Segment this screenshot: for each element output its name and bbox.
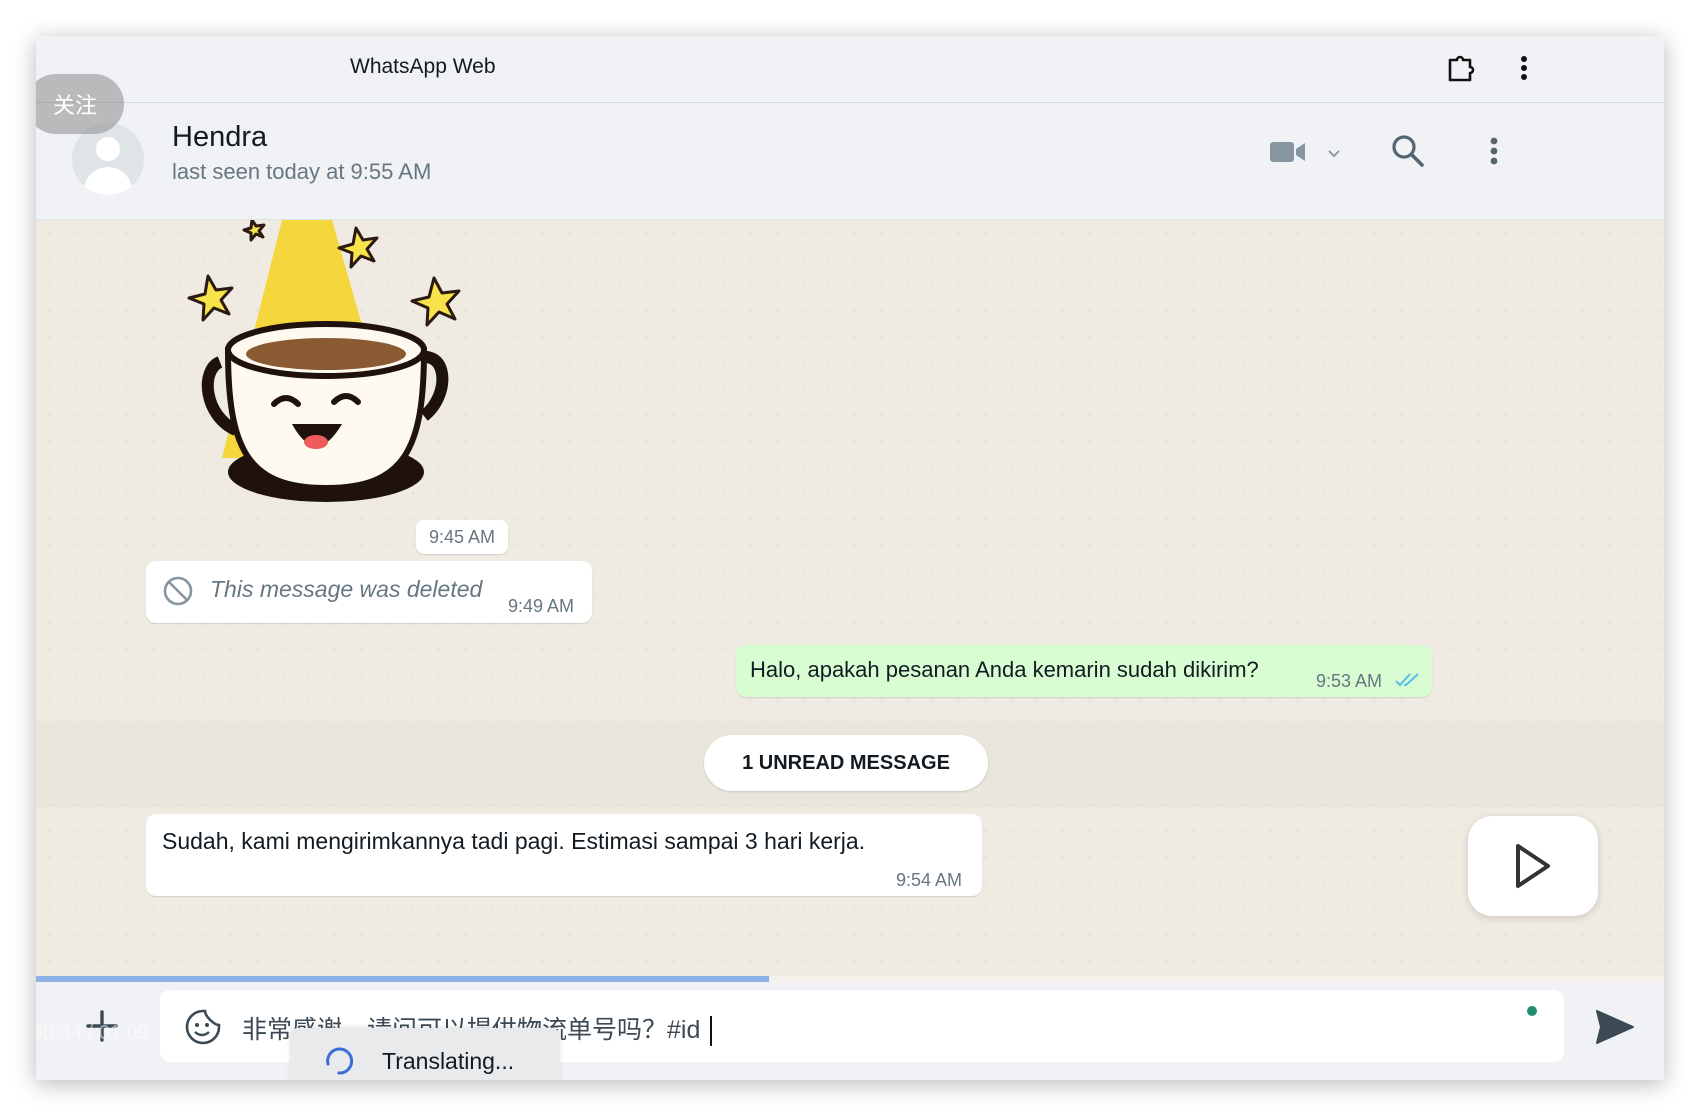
contact-name[interactable]: Hendra <box>172 121 267 154</box>
sticker-timestamp: 9:45 AM <box>416 520 508 554</box>
text-caret <box>710 1016 713 1047</box>
follow-label: 关注 <box>52 93 97 118</box>
translating-label: Translating... <box>382 1048 515 1074</box>
prohibited-icon <box>162 575 194 607</box>
contact-status: last seen today at 9:55 AM <box>172 159 432 184</box>
kebab-menu-icon[interactable] <box>1516 52 1532 84</box>
loading-spinner-icon <box>322 1044 356 1078</box>
sticker-icon[interactable] <box>184 1008 222 1046</box>
video-call-icon[interactable] <box>1268 137 1308 167</box>
app-window: WhatsApp Web Hendra last seen today at 9… <box>36 36 1664 1080</box>
extension-icon[interactable] <box>1442 50 1478 86</box>
message-time: 9:54 AM <box>896 870 963 890</box>
coffee-cup-sticker <box>187 218 461 502</box>
chevron-down-icon[interactable] <box>1326 145 1342 161</box>
message-composer: 非常感谢，请问可以提供物流单号吗？#id 00:34 / 01:09 自动 倍速… <box>36 982 1664 1080</box>
unread-count-badge: 1 UNREAD MESSAGE <box>704 735 988 791</box>
message-text: Sudah, kami mengirimkannya tadi pagi. Es… <box>162 828 866 854</box>
message-time: 9:53 AM <box>1316 671 1383 691</box>
play-icon <box>1512 842 1552 890</box>
search-icon[interactable] <box>1388 131 1428 171</box>
player-control-auto[interactable]: 自动 <box>1080 1016 1124 1048</box>
chat-header: Hendra last seen today at 9:55 AM <box>36 103 1664 220</box>
follow-button[interactable]: 关注 <box>36 74 124 134</box>
message-time: 9:45 AM <box>428 526 496 547</box>
unread-divider: 1 UNREAD MESSAGE <box>36 721 1664 807</box>
message-time: 9:49 AM <box>508 596 575 616</box>
deleted-message-text: This message was deleted <box>210 576 483 602</box>
chat-messages[interactable]: 9:45 AM This message was deleted 9:49 AM… <box>36 218 1664 980</box>
player-time: 00:34 / 01:09 <box>36 1022 149 1044</box>
player-dot <box>1527 1006 1537 1016</box>
outgoing-message[interactable]: Halo, apakah pesanan Anda kemarin sudah … <box>736 645 1432 697</box>
player-control-speed[interactable]: 倍速 <box>1176 1016 1220 1048</box>
message-text: Halo, apakah pesanan Anda kemarin sudah … <box>750 657 1259 682</box>
sticker-message[interactable] <box>186 218 486 512</box>
window-title-bar: WhatsApp Web <box>36 36 1664 103</box>
menu-icon[interactable] <box>1486 133 1502 169</box>
floating-play-button[interactable] <box>1468 816 1598 916</box>
send-icon[interactable] <box>1594 1006 1636 1048</box>
translating-popup: Translating... <box>290 1028 560 1080</box>
deleted-message[interactable]: This message was deleted 9:49 AM <box>146 561 592 623</box>
window-title: WhatsApp Web <box>350 55 496 78</box>
incoming-message[interactable]: Sudah, kami mengirimkannya tadi pagi. Es… <box>146 814 982 896</box>
read-receipt-icon <box>1394 671 1422 689</box>
